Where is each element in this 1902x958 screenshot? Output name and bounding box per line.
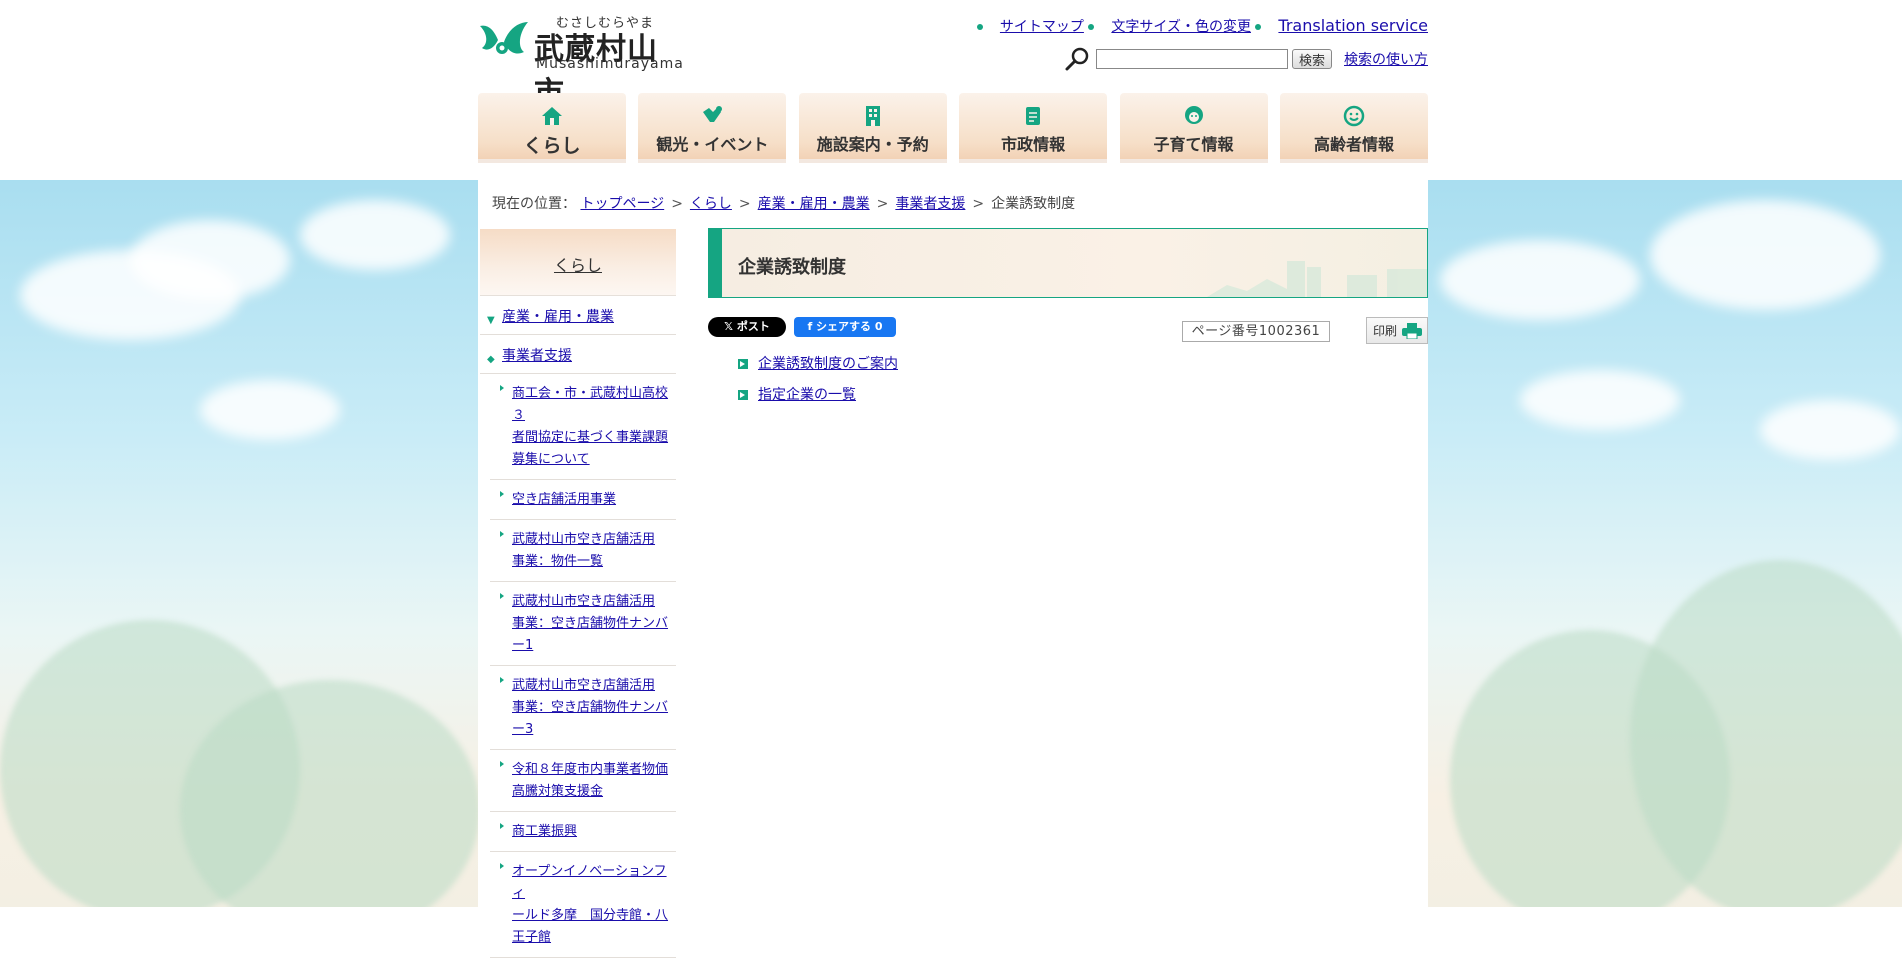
list-item: 指定企業の一覧 (738, 385, 898, 416)
font-color-link[interactable]: 文字サイズ・色の変更 (1111, 19, 1251, 35)
nav-label: 高齢者情報 (1313, 135, 1394, 154)
house-icon (542, 107, 562, 125)
triangle-bullet-icon (500, 863, 504, 869)
sidebar-subitem-link[interactable]: 武蔵村山市空き店舗活用 事業：空き店舗物件ナンバ ー3 (512, 678, 668, 737)
printer-icon (1402, 323, 1422, 339)
sidebar-subitem-link[interactable]: 令和８年度市内事業者物価 高騰対策支援金 (512, 762, 668, 799)
sidebar-subitem-link[interactable]: 商工業振興 (512, 824, 577, 839)
sidebar-subitem-link[interactable]: 武蔵村山市空き店舗活用 事業：物件一覧 (512, 532, 655, 569)
sidebar-subitem: 空き店舗活用事業 (490, 480, 676, 520)
global-nav: くらし 観光・イベント 施設案内・予約 市政情報 子育て情報 高齢者情報 (478, 93, 1428, 165)
nav-label: 市政情報 (1001, 135, 1066, 154)
triangle-bullet-icon (500, 823, 504, 829)
nav-item-elderly[interactable]: 高齢者情報 (1279, 93, 1428, 163)
sidebar-subitem: オープンイノベーションフィ ールド多摩 国分寺館・八 王子館 (490, 852, 676, 958)
nav-label: 子育て情報 (1153, 135, 1234, 154)
content-link-list: 企業誘致制度のご案内 指定企業の一覧 (738, 354, 898, 416)
breadcrumb-separator: > (738, 196, 751, 212)
sidebar-subitem-link[interactable]: 商工会・市・武蔵村山高校３ 者間協定に基づく事業課題 募集について (512, 386, 668, 467)
nav-label: 施設案内・予約 (816, 135, 929, 154)
document-icon (1026, 107, 1041, 125)
print-button[interactable]: 印刷 (1366, 317, 1428, 344)
cityscape-decoration-icon (1207, 261, 1427, 297)
utility-links: サイトマップ 文字サイズ・色の変更 Translation service (976, 16, 1428, 36)
search-button[interactable]: 検索 (1291, 49, 1332, 69)
x-post-button[interactable]: 𝕏 ポスト (708, 317, 786, 337)
main-content: 企業誘致制度 𝕏 ポスト f シェアする 0 ページ番号1002361 印刷 企… (708, 228, 1428, 403)
breadcrumb-business-support[interactable]: 事業者支援 (895, 196, 965, 212)
facebook-share-button[interactable]: f シェアする 0 (794, 317, 896, 337)
page-title-box: 企業誘致制度 (708, 228, 1428, 298)
sidebar-item-industry: ▼ 産業・雇用・農業 (480, 296, 676, 335)
breadcrumb-prefix: 現在の位置： (492, 196, 576, 212)
city-emblem-icon (480, 22, 528, 54)
sidebar-subitem: 武蔵村山市空き店舗活用 事業：空き店舗物件ナンバ ー3 (490, 666, 676, 750)
translation-link[interactable]: Translation service (1278, 16, 1428, 35)
print-label: 印刷 (1373, 324, 1398, 338)
triangle-bullet-icon (500, 385, 504, 391)
breadcrumb-current: 企業誘致制度 (991, 196, 1076, 212)
sidebar-item-label[interactable]: 事業者支援 (502, 348, 572, 364)
sidebar: くらし ▼ 産業・雇用・農業 ◆ 事業者支援 商工会・市・武蔵村山高校３ 者間協定… (480, 229, 676, 958)
breadcrumb-separator: > (671, 196, 683, 212)
sidebar-subitem: 武蔵村山市空き店舗活用 事業：物件一覧 (490, 520, 676, 582)
breadcrumb-industry[interactable]: 産業・雇用・農業 (758, 196, 870, 212)
triangle-bullet-icon (500, 491, 504, 497)
nav-label: くらし (523, 135, 581, 157)
sidebar-subitem: 商工会・市・武蔵村山高校３ 者間協定に基づく事業課題 募集について (490, 374, 676, 480)
nav-item-childcare[interactable]: 子育て情報 (1119, 93, 1268, 163)
sidebar-subitem: 令和８年度市内事業者物価 高騰対策支援金 (490, 750, 676, 812)
nav-item-city-info[interactable]: 市政情報 (959, 93, 1108, 163)
building-icon (865, 106, 880, 126)
search-input[interactable] (1095, 49, 1288, 69)
triangle-bullet-icon (500, 677, 504, 683)
arrow-square-icon (738, 390, 748, 400)
arrow-down-icon: ▼ (487, 315, 495, 326)
search-help-link[interactable]: 検索の使い方 (1344, 49, 1428, 69)
bullet-dot-icon (1088, 24, 1095, 30)
nav-label: 観光・イベント (656, 135, 769, 154)
arrow-square-icon (738, 359, 748, 369)
elder-face-icon (1343, 105, 1365, 127)
triangle-bullet-icon (500, 593, 504, 599)
logo-roman: Musashimurayama (536, 56, 684, 72)
nav-item-tourism[interactable]: 観光・イベント (638, 93, 787, 163)
breadcrumb-separator: > (972, 196, 985, 212)
triangle-bullet-icon (500, 761, 504, 767)
sitemap-link[interactable]: サイトマップ (1000, 19, 1084, 35)
sidebar-heading: くらし (480, 229, 676, 296)
sidebar-subitem-link[interactable]: オープンイノベーションフィ ールド多摩 国分寺館・八 王子館 (512, 864, 668, 945)
sidebar-subitem: 商工業振興 (490, 812, 676, 852)
content-link[interactable]: 企業誘致制度のご案内 (758, 356, 898, 372)
page-title: 企業誘致制度 (738, 257, 846, 278)
breadcrumb-kurashi[interactable]: くらし (690, 196, 732, 212)
breadcrumb: 現在の位置： トップページ > くらし > 産業・雇用・農業 > 事業者支援 > 企業誘致制度 (492, 193, 1075, 213)
sidebar-subitem-link[interactable]: 武蔵村山市空き店舗活用 事業：空き店舗物件ナンバ ー1 (512, 594, 668, 653)
city-logo[interactable]: むさしむらやま 武蔵村山市 Musashimurayama (478, 12, 683, 111)
sidebar-item-label[interactable]: 産業・雇用・農業 (502, 309, 614, 325)
child-icon (1184, 106, 1203, 124)
nav-item-kurashi[interactable]: くらし (478, 93, 626, 163)
bullet-dot-icon (1255, 24, 1262, 30)
page-container: むさしむらやま 武蔵村山市 Musashimurayama サイトマップ 文字サ… (478, 0, 1428, 958)
diamond-icon: ◆ (487, 354, 495, 365)
sidebar-subitem: 武蔵村山市空き店舗活用 事業：空き店舗物件ナンバ ー1 (490, 582, 676, 666)
breadcrumb-separator: > (876, 196, 889, 212)
sidebar-heading-link[interactable]: くらし (554, 256, 602, 275)
share-row: 𝕏 ポスト f シェアする 0 ページ番号1002361 印刷 (708, 315, 1428, 344)
breadcrumb-top[interactable]: トップページ (580, 196, 664, 212)
search-icon (1065, 47, 1089, 71)
list-item: 企業誘致制度のご案内 (738, 354, 898, 385)
search-bar: 検索 検索の使い方 (1064, 46, 1428, 72)
sidebar-item-business-support: ◆ 事業者支援 (480, 335, 676, 374)
triangle-bullet-icon (500, 531, 504, 537)
nav-item-facilities[interactable]: 施設案内・予約 (798, 93, 947, 163)
bullet-dot-icon (976, 24, 983, 30)
content-link[interactable]: 指定企業の一覧 (758, 387, 856, 403)
sidebar-subitem-link[interactable]: 空き店舗活用事業 (512, 492, 616, 507)
handshake-icon (703, 106, 723, 122)
page-number-badge: ページ番号1002361 (1182, 321, 1330, 342)
